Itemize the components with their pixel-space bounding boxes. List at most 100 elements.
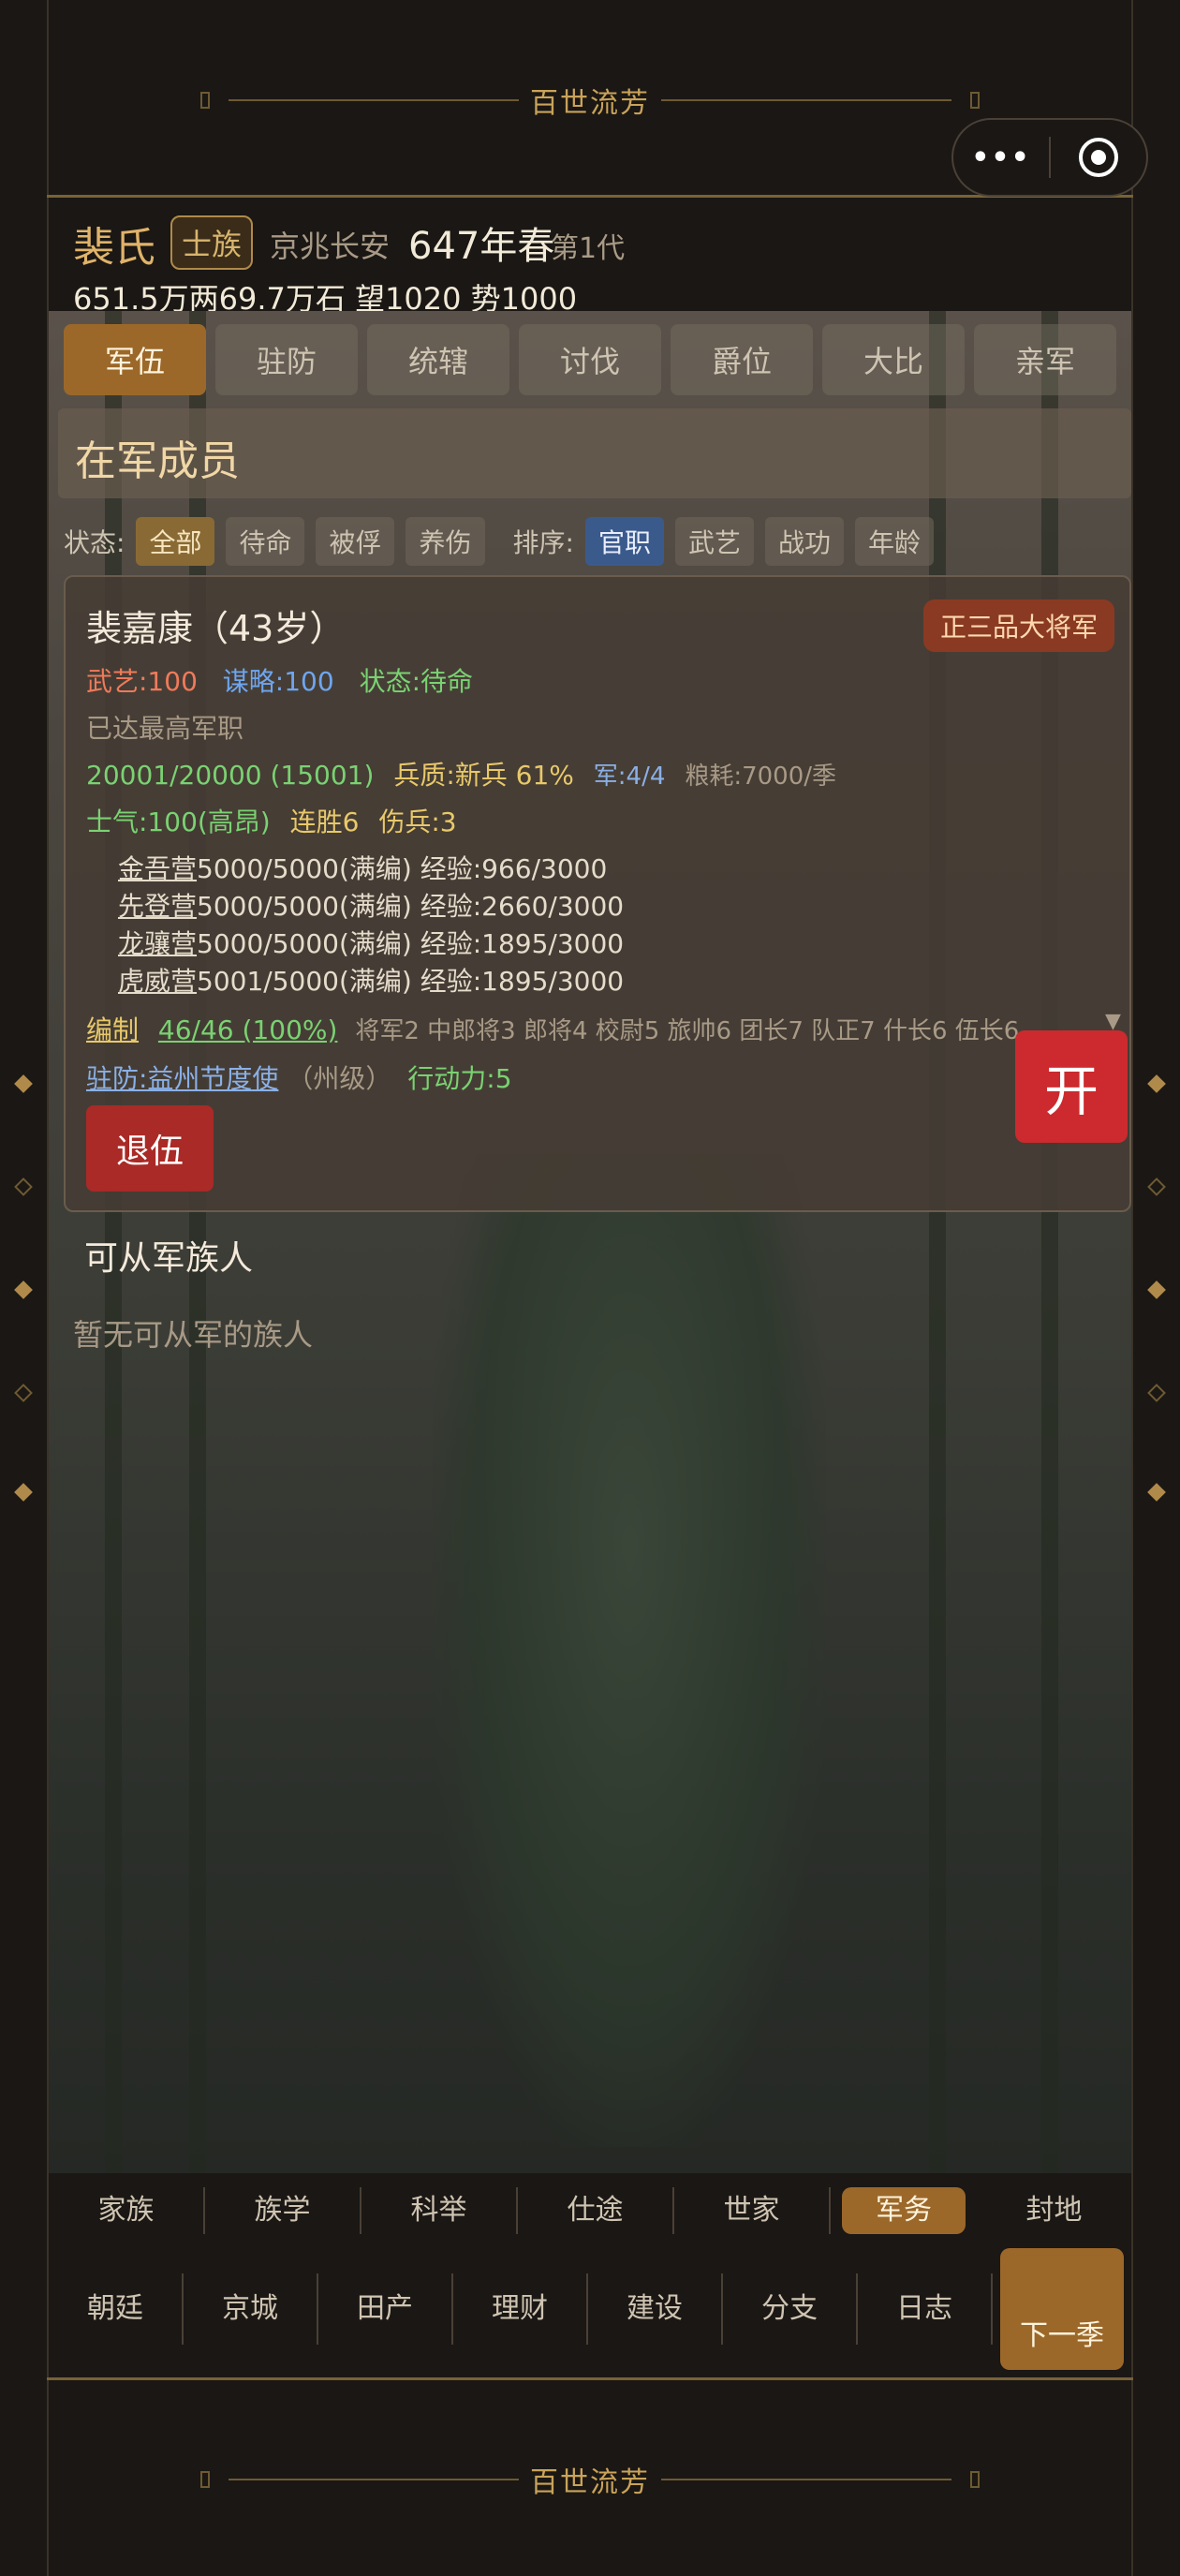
filter-bar: 状态: 全部 待命 被俘 养伤 排序: 官职 武艺 战功 年龄 [64,515,934,568]
retire-button[interactable]: 退伍 [86,1105,214,1192]
military-tabs: 军伍 驻防 统辖 讨伐 爵位 大比 亲军 [64,324,1131,397]
grain-cost: 粮耗:7000/季 [685,762,837,791]
army-count: 军:4/4 [593,762,666,791]
filter-status-all[interactable]: 全部 [136,517,215,566]
strategy-stat: 谋略:100 [222,666,334,697]
status-stat: 状态:待命 [359,666,474,697]
divider [47,195,1133,198]
nav-log[interactable]: 日志 [858,2273,993,2345]
clan-header: 裴氏 士族 京兆长安 647年春 第1代 651.5万两69.7万石 望1020… [49,199,1131,317]
nav-military[interactable]: 军务 [842,2187,966,2234]
banner-ornament [200,2471,210,2488]
nav-exam[interactable]: 科举 [361,2187,518,2234]
banner-line [229,2479,519,2480]
tab-command[interactable]: 统辖 [367,324,509,395]
nav-finance[interactable]: 理财 [453,2273,588,2345]
wounded-count: 伤兵:3 [378,807,457,837]
sort-age[interactable]: 年龄 [854,517,934,566]
mini-program-capsule: ••• [951,118,1148,197]
nav-family[interactable]: 家族 [49,2187,205,2234]
org-row[interactable]: 编制 46/46 (100%) 将军2 中郎将3 郎将4 校尉5 旅帅6 团长7… [86,1010,1126,1047]
banner-line [661,2479,951,2480]
side-ornament [1147,1384,1166,1402]
troops-row: 20001/20000 (15001) 兵质:新兵 61% 军:4/4 粮耗:7… [86,755,836,792]
stats-row: 武艺:100 谋略:100 状态:待命 [86,661,473,699]
troop-count: 20001/20000 (15001) [86,760,375,791]
garrison-link[interactable]: 驻防:益州节度使 [86,1063,278,1094]
unit-row[interactable]: 先登营5000/5000(满编) 经验:2660/3000 [118,886,624,924]
side-ornament [1147,1281,1166,1299]
lady-figure [433,1154,826,2147]
recruit-empty-text: 暂无可从军的族人 [73,1317,314,1353]
section-title: 在军成员 [75,437,240,485]
win-streak: 连胜6 [289,807,360,837]
nav-aristocracy[interactable]: 世家 [674,2187,831,2234]
game-year: 647年春 [408,225,555,268]
next-season-button[interactable]: 下一季 [1000,2248,1124,2370]
banner-line [229,99,519,101]
side-ornament [1147,1074,1166,1093]
unit-name-link[interactable]: 金吾营 [118,853,197,884]
member-card: 裴嘉康（43岁） 正三品大将军 武艺:100 谋略:100 状态:待命 已达最高… [64,575,1131,1212]
banner-ornament [970,2471,980,2488]
troop-quality: 兵质:新兵 61% [393,760,574,791]
garrison-level: （州级） [287,1063,392,1094]
martial-stat: 武艺:100 [86,666,198,697]
banner-line [661,99,951,101]
more-icon[interactable]: ••• [953,141,1049,174]
unit-name-link[interactable]: 虎威营 [118,966,197,997]
sort-rank[interactable]: 官职 [584,517,664,566]
nav-court[interactable]: 朝廷 [49,2273,184,2345]
clan-location: 京兆长安 [270,229,391,264]
banner-title: 百世流芳 [530,87,650,120]
filter-status-standby[interactable]: 待命 [226,517,305,566]
tab-tournament[interactable]: 大比 [822,324,965,395]
clan-tag-badge: 士族 [170,215,254,270]
rank-note: 已达最高军职 [86,713,244,744]
unit-name-link[interactable]: 龙骧营 [118,928,197,959]
main-nav: 家族 族学 科举 仕途 世家 军务 封地 [49,2173,1131,2248]
nav-capital[interactable]: 京城 [184,2273,318,2345]
filter-status-recovering[interactable]: 养伤 [406,517,485,566]
unit-info: 5000/5000(满编) 经验:1895/3000 [197,928,625,959]
nav-career[interactable]: 仕途 [518,2187,674,2234]
sort-merit[interactable]: 战功 [764,517,844,566]
banner-ornament [200,92,210,109]
nav-construction[interactable]: 建设 [588,2273,723,2345]
unit-row[interactable]: 金吾营5000/5000(满编) 经验:966/3000 [118,849,607,886]
generation: 第1代 [551,232,626,265]
tab-military-ranks[interactable]: 军伍 [64,324,206,395]
nav-branch[interactable]: 分支 [723,2273,858,2345]
side-ornament [14,1177,33,1196]
nav-fief[interactable]: 封地 [977,2187,1131,2234]
unit-row[interactable]: 龙骧营5000/5000(满编) 经验:1895/3000 [118,924,624,961]
morale-stat: 士气:100(高昂) [86,807,271,837]
banner-title: 百世流芳 [530,2466,650,2499]
sort-martial[interactable]: 武艺 [674,517,754,566]
open-button[interactable]: 开 [1015,1030,1128,1143]
close-miniprogram-icon[interactable] [1051,138,1146,177]
side-ornament [1147,1483,1166,1502]
member-name: 裴嘉康（43岁） [86,608,346,649]
nav-clan-school[interactable]: 族学 [205,2187,361,2234]
section-header: 在军成员 [58,408,1131,498]
garrison-row: 驻防:益州节度使 （州级） 行动力:5 [86,1059,512,1096]
morale-row: 士气:100(高昂) 连胜6 伤兵:3 [86,802,457,839]
tab-campaign[interactable]: 讨伐 [519,324,661,395]
side-ornament [14,1384,33,1402]
unit-name-link[interactable]: 先登营 [118,891,197,922]
tab-garrison[interactable]: 驻防 [215,324,358,395]
bottom-banner: 百世流芳 [47,2428,1133,2531]
side-ornament [14,1483,33,1502]
side-ornament [14,1074,33,1093]
unit-row[interactable]: 虎威营5001/5000(满编) 经验:1895/3000 [118,961,624,999]
org-detail: 将军2 中郎将3 郎将4 校尉5 旅帅6 团长7 队正7 什长6 伍长6 [355,1017,1020,1045]
rank-badge: 正三品大将军 [923,600,1115,652]
filter-status-captured[interactable]: 被俘 [316,517,395,566]
tab-nobility[interactable]: 爵位 [671,324,813,395]
tab-guard[interactable]: 亲军 [974,324,1116,395]
divider [47,2377,1133,2380]
org-link[interactable]: 编制 [86,1014,139,1045]
nav-farmland[interactable]: 田产 [318,2273,453,2345]
unit-info: 5000/5000(满编) 经验:966/3000 [197,853,608,884]
